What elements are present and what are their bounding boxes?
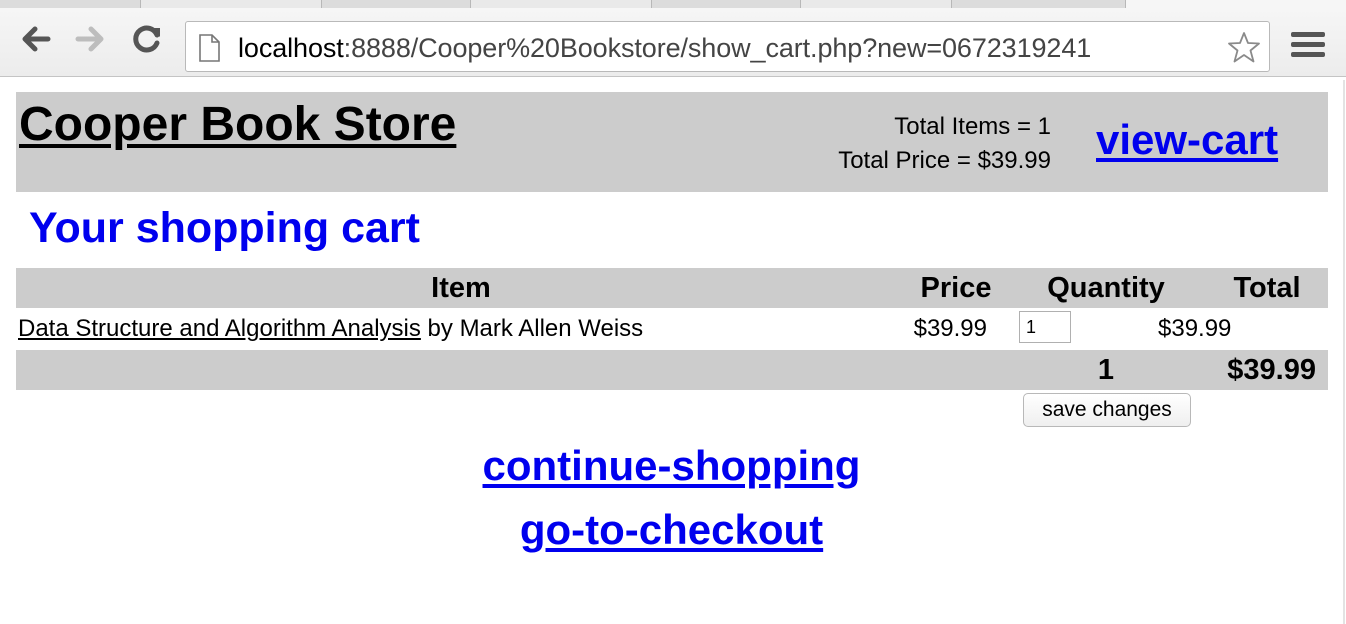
quantity-input[interactable] (1019, 311, 1071, 343)
table-row: Data Structure and Algorithm Analysis by… (16, 308, 1328, 350)
reload-icon (133, 25, 160, 53)
book-title-link[interactable]: Data Structure and Algorithm Analysis (18, 315, 421, 342)
totals-row: 1 $39.99 (16, 350, 1328, 390)
total-price: Total Price = $39.99 (838, 147, 1051, 174)
store-title-link[interactable]: Cooper Book Store (19, 97, 456, 152)
save-changes-button[interactable]: save changes (1023, 393, 1191, 427)
column-header-price: Price (906, 268, 1006, 308)
cart-summary: Total Items = 1 Total Price = $39.99 (838, 110, 1051, 178)
reload-button[interactable] (130, 22, 164, 56)
store-header: Cooper Book Store Total Items = 1 Total … (16, 92, 1328, 192)
view-cart-link[interactable]: view-cart (1096, 116, 1278, 164)
forward-button[interactable] (74, 22, 108, 56)
browser-tab[interactable] (800, 0, 952, 8)
forward-arrow-icon (75, 26, 104, 52)
total-items: Total Items = 1 (894, 113, 1051, 140)
tab-strip (0, 0, 1346, 8)
url-host: localhost (238, 33, 344, 63)
browser-tab[interactable] (140, 0, 322, 8)
page-title: Your shopping cart (29, 204, 420, 252)
totals-spacer (906, 350, 1006, 390)
browser-tab-active[interactable] (1125, 0, 1346, 8)
menu-bar (1291, 42, 1325, 47)
url-path: :8888/Cooper%20Bookstore/show_cart.php?n… (343, 33, 1092, 63)
cart-table: Item Price Quantity Total Data Structure… (16, 268, 1328, 390)
continue-shopping-link[interactable]: continue-shopping (483, 442, 861, 489)
table-header-row: Item Price Quantity Total (16, 268, 1328, 308)
column-header-quantity: Quantity (1006, 268, 1206, 308)
row-total-value: $39.99 (1158, 315, 1232, 342)
quantity-cell: $39.99 (1006, 308, 1231, 350)
page-icon (199, 34, 220, 62)
browser-menu-icon[interactable] (1291, 32, 1325, 62)
item-cell: Data Structure and Algorithm Analysis by… (16, 308, 906, 350)
price-cell: $39.99 (906, 308, 1006, 350)
continue-shopping-container: continue-shopping (0, 442, 1343, 490)
column-header-total: Total (1206, 268, 1328, 308)
browser-tab[interactable] (470, 0, 652, 8)
totals-spacer (16, 350, 906, 390)
back-arrow-icon (22, 26, 51, 52)
menu-bar (1291, 32, 1325, 37)
url-text[interactable]: localhost:8888/Cooper%20Bookstore/show_c… (238, 33, 1091, 64)
price-value: $39.99 (913, 315, 987, 342)
total-quantity: 1 (1006, 350, 1206, 390)
checkout-container: go-to-checkout (0, 506, 1343, 554)
window-edge (1343, 80, 1345, 624)
grand-total: $39.99 (1206, 350, 1328, 390)
column-header-item: Item (16, 268, 906, 308)
address-bar[interactable]: localhost:8888/Cooper%20Bookstore/show_c… (185, 21, 1270, 72)
browser-toolbar: localhost:8888/Cooper%20Bookstore/show_c… (0, 8, 1346, 77)
checkout-link[interactable]: go-to-checkout (520, 506, 823, 553)
book-author: by Mark Allen Weiss (427, 315, 644, 342)
bookmark-star-icon[interactable] (1227, 30, 1261, 64)
menu-bar (1291, 52, 1325, 57)
back-button[interactable] (18, 22, 52, 56)
